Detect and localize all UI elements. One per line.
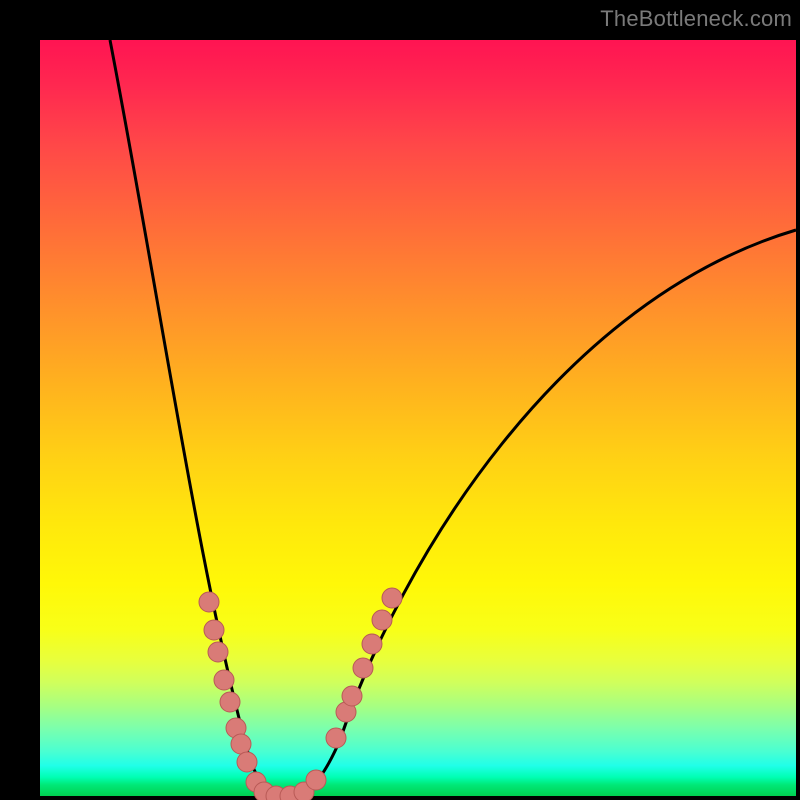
data-marker: [220, 692, 240, 712]
data-marker: [353, 658, 373, 678]
data-marker: [208, 642, 228, 662]
data-marker: [204, 620, 224, 640]
chart-frame: TheBottleneck.com: [0, 0, 800, 800]
bottleneck-curve: [110, 40, 796, 798]
data-marker: [199, 592, 219, 612]
data-marker: [306, 770, 326, 790]
data-marker: [362, 634, 382, 654]
data-marker: [382, 588, 402, 608]
data-marker: [237, 752, 257, 772]
data-marker: [372, 610, 392, 630]
data-marker: [231, 734, 251, 754]
chart-svg: [40, 40, 796, 796]
data-marker: [326, 728, 346, 748]
marker-layer: [199, 588, 402, 800]
data-marker: [214, 670, 234, 690]
watermark-text: TheBottleneck.com: [600, 6, 792, 32]
chart-plot-area: [40, 40, 796, 796]
data-marker: [342, 686, 362, 706]
